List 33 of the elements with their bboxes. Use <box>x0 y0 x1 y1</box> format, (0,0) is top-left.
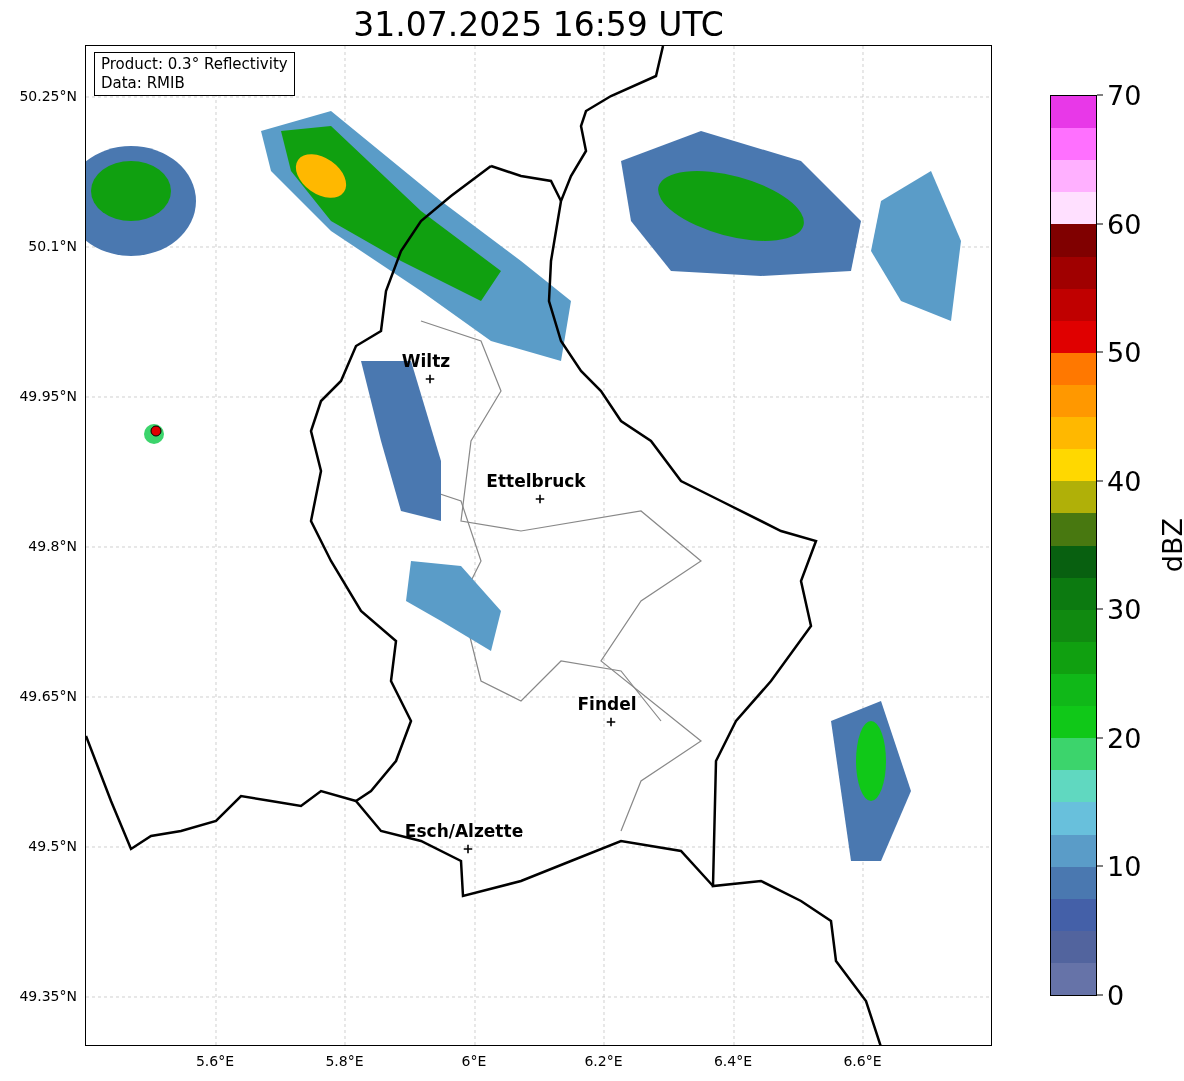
scale-tick-label: 10 <box>1107 850 1142 882</box>
latitude-label: 50.1°N <box>28 238 77 254</box>
info-text: Product: 0.3° Reflectivity <box>101 55 288 74</box>
longitude-label: 5.8°E <box>325 1053 364 1069</box>
latitude-label: 49.8°N <box>28 538 77 554</box>
longitude-label: 6°E <box>461 1053 487 1069</box>
city-marker-icon <box>463 844 473 854</box>
scale-unit-label: dBZ <box>1157 518 1184 573</box>
longitude-label: 5.6°E <box>195 1053 235 1069</box>
latitude-label: 50.25°N <box>19 88 77 104</box>
longitude-label: 6.6°E <box>843 1053 882 1069</box>
scale-tick-label: 70 <box>1107 79 1142 111</box>
longitude-label: 6.2°E <box>584 1053 623 1069</box>
city-label: Findel <box>577 694 637 714</box>
city-label: Wiltz <box>401 351 451 371</box>
latitude-label: 49.35°N <box>19 988 77 1004</box>
scale-tick-label: 60 <box>1107 208 1142 240</box>
city-marker-icon <box>535 494 545 504</box>
city-label: Ettelbruck <box>486 471 586 491</box>
city-label: Esch/Alzette <box>404 821 524 841</box>
scale-tick-label: 30 <box>1107 593 1142 625</box>
city-marker-icon <box>425 374 435 384</box>
scale-tick-label: 40 <box>1107 465 1142 497</box>
scale-tick-label: 0 <box>1107 979 1125 1011</box>
city-marker-icon <box>606 717 616 727</box>
info-text: Data: RMIB <box>101 74 186 93</box>
latitude-label: 49.65°N <box>19 688 77 704</box>
scale-tick-label: 50 <box>1107 336 1142 368</box>
longitude-label: 6.4°E <box>713 1053 753 1069</box>
latitude-label: 49.95°N <box>19 388 77 404</box>
chart-title: 31.07.2025 16:59 UTC <box>353 5 724 45</box>
latitude-label: 49.5°N <box>28 838 77 854</box>
scale-tick-label: 20 <box>1107 722 1142 754</box>
